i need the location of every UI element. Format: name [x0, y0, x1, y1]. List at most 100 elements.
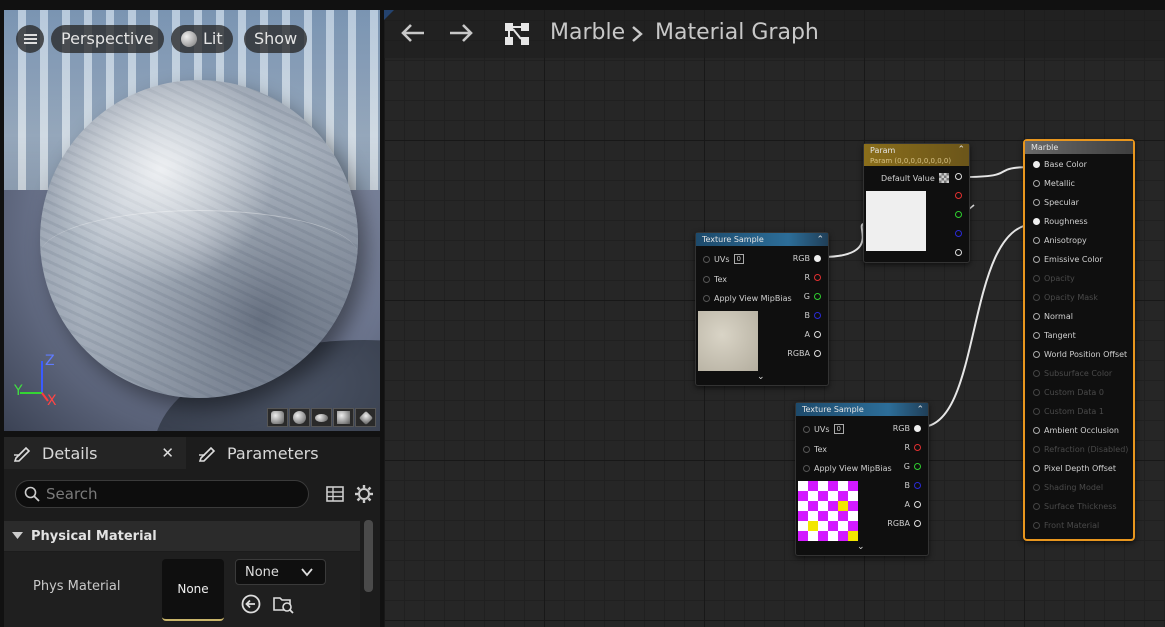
default-value-row: Default Value: [881, 173, 949, 183]
output-pin-rgb[interactable]: [814, 255, 821, 262]
default-value-label: Default Value: [881, 173, 935, 183]
viewport-menu-button[interactable]: [16, 25, 44, 53]
expand-chevron-icon[interactable]: ⌄: [757, 372, 765, 382]
expand-chevron-icon[interactable]: ⌄: [857, 542, 865, 552]
texture-swatch-icon[interactable]: [938, 173, 949, 183]
input-pin[interactable]: [1033, 313, 1040, 320]
output-b-label: B: [904, 481, 911, 490]
search-input[interactable]: Search: [15, 480, 309, 508]
output-pin-b[interactable]: [814, 312, 821, 319]
output-pin-r[interactable]: [914, 444, 921, 451]
show-label: Show: [254, 29, 298, 48]
input-pin-tex[interactable]: [803, 446, 810, 453]
output-pin-g[interactable]: [914, 463, 921, 470]
input-pin-uvs[interactable]: [703, 255, 710, 263]
texture-sample-2-header[interactable]: Texture Sample ⌃: [796, 403, 928, 416]
param-node-title: Param: [870, 146, 896, 155]
output-pin-rgb[interactable]: [914, 425, 921, 432]
tab-parameters[interactable]: Parameters: [189, 437, 379, 469]
asset-thumbnail[interactable]: None: [162, 559, 224, 621]
material-input-row: Ambient Occlusion: [1033, 426, 1119, 435]
input-pin[interactable]: [1033, 218, 1040, 225]
browse-folder-icon[interactable]: [272, 593, 296, 615]
output-pin-g[interactable]: [955, 211, 962, 218]
axis-x-label: X: [47, 393, 57, 409]
plane-shape-button[interactable]: [311, 408, 332, 427]
input-pin-mipbias[interactable]: [703, 295, 710, 302]
input-pin[interactable]: [1033, 180, 1040, 187]
input-pin: [1033, 446, 1040, 453]
uv-index-field[interactable]: 0: [833, 424, 844, 434]
input-pin[interactable]: [1033, 427, 1040, 434]
output-pin-r[interactable]: [814, 274, 821, 281]
output-pin-r[interactable]: [955, 192, 962, 199]
collapse-arrow-icon[interactable]: ⌃: [916, 404, 924, 417]
texture-sample-node-1[interactable]: Texture Sample ⌃ UVs 0 Tex Apply View Mi…: [695, 232, 829, 386]
gear-icon[interactable]: [354, 484, 374, 504]
param-node-header[interactable]: Param Param (0,0,0,0,0,0,0,0) ⌃: [864, 144, 969, 166]
cube-shape-button[interactable]: [333, 408, 354, 427]
axis-y-label: Y: [14, 383, 23, 399]
tex-label: Tex: [814, 445, 828, 454]
perspective-label: Perspective: [61, 29, 154, 48]
tab-parameters-label: Parameters: [227, 443, 319, 463]
output-pin-rgba[interactable]: [814, 350, 821, 357]
output-pin-a[interactable]: [955, 249, 962, 256]
input-pin[interactable]: [1033, 332, 1040, 339]
input-pin[interactable]: [1033, 199, 1040, 206]
material-input-row: Roughness: [1033, 217, 1088, 226]
teapot-shape-button[interactable]: [355, 408, 376, 427]
collapse-arrow-icon[interactable]: ⌃: [816, 234, 824, 247]
uv-index-field[interactable]: 0: [733, 254, 744, 264]
material-input-row: Normal: [1033, 312, 1073, 321]
phys-material-combo[interactable]: None: [235, 559, 326, 585]
output-g-label: G: [903, 462, 910, 471]
input-pin[interactable]: [1033, 161, 1040, 168]
lit-button[interactable]: Lit: [171, 25, 233, 53]
param-node[interactable]: Param Param (0,0,0,0,0,0,0,0) ⌃ Default …: [863, 143, 970, 263]
hamburger-icon: [23, 34, 37, 44]
material-node-header[interactable]: Marble: [1025, 141, 1133, 154]
texture-sample-node-2[interactable]: Texture Sample ⌃ UVs 0 Tex Apply View Mi…: [795, 402, 929, 556]
table-view-icon[interactable]: [325, 484, 345, 504]
physical-material-section[interactable]: Physical Material: [4, 521, 360, 551]
output-pin-rgba[interactable]: [914, 520, 921, 527]
tab-details-label: Details: [42, 443, 98, 463]
details-scrollbar[interactable]: [364, 520, 373, 592]
sphere-seam: [40, 210, 358, 300]
material-input-label: Specular: [1044, 198, 1079, 207]
input-pin[interactable]: [1033, 237, 1040, 244]
tab-details[interactable]: Details ✕: [4, 437, 186, 469]
input-pin[interactable]: [1033, 351, 1040, 358]
input-pin-tex[interactable]: [703, 276, 710, 283]
material-output-node[interactable]: Marble Base Color Metallic Specular Roughne…: [1023, 139, 1135, 541]
input-pin[interactable]: [1033, 256, 1040, 263]
output-pin-a[interactable]: [814, 331, 821, 338]
show-button[interactable]: Show: [244, 25, 308, 53]
input-pin-mipbias[interactable]: [803, 465, 810, 472]
close-icon[interactable]: ✕: [161, 444, 174, 462]
output-pin-rgba[interactable]: [955, 173, 962, 180]
checker-accent: [848, 531, 858, 541]
collapse-arrow-icon[interactable]: ⌃: [957, 145, 965, 156]
input-pin: [1033, 275, 1040, 282]
material-graph-canvas[interactable]: Marble Material Graph Param Param (0,0,0…: [384, 10, 1165, 627]
preview-viewport[interactable]: Perspective Lit Show Z Y X: [4, 10, 380, 431]
output-rgba-row: RGBA: [887, 519, 921, 528]
input-pin[interactable]: [1033, 465, 1040, 472]
output-pin-b[interactable]: [955, 230, 962, 237]
cylinder-shape-button[interactable]: [267, 408, 288, 427]
output-pin-b[interactable]: [914, 482, 921, 489]
sphere-shape-button[interactable]: [289, 408, 310, 427]
texture-sample-1-header[interactable]: Texture Sample ⌃: [696, 233, 828, 246]
output-r-label: R: [904, 443, 910, 452]
output-pin-a[interactable]: [914, 501, 921, 508]
uvs-label: UVs: [814, 424, 830, 434]
plane-icon: [315, 413, 328, 422]
material-input-row: Surface Thickness: [1033, 502, 1117, 511]
use-selected-arrow-icon[interactable]: [240, 593, 262, 615]
perspective-button[interactable]: Perspective: [51, 25, 164, 53]
output-pin-g[interactable]: [814, 293, 821, 300]
input-pin-uvs[interactable]: [803, 425, 810, 433]
output-g-row: G: [904, 462, 921, 471]
